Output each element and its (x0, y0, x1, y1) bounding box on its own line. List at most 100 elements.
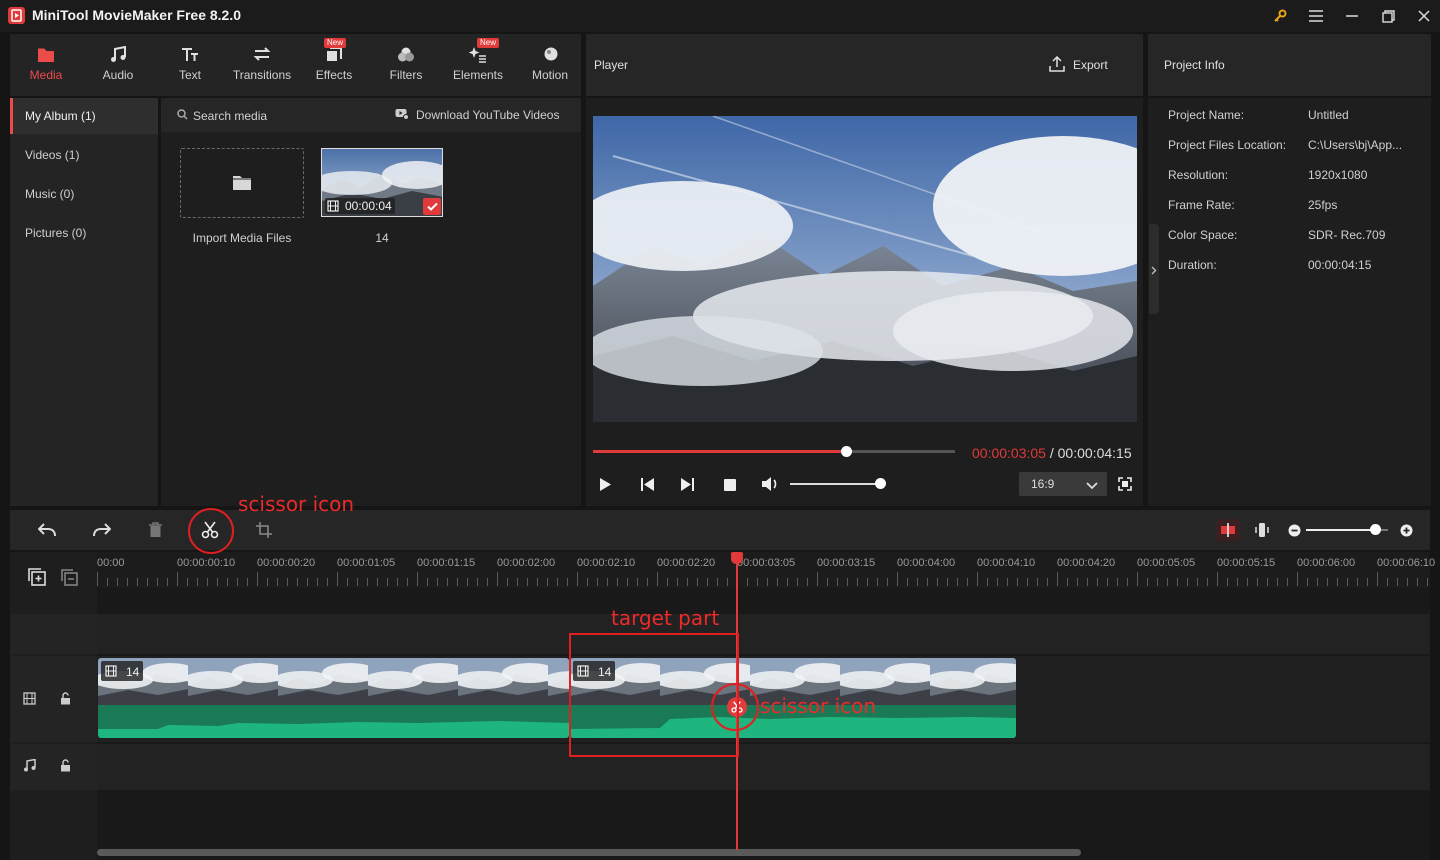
app-logo-icon (8, 7, 25, 24)
info-label-project-name: Project Name: (1168, 108, 1245, 122)
project-info-title: Project Info (1164, 58, 1225, 72)
video-track-lock-icon[interactable] (60, 692, 71, 708)
stop-icon[interactable] (723, 478, 737, 495)
zoom-out-icon[interactable] (1288, 524, 1301, 540)
ruler-tick-label: 00:00:06:00 (1297, 557, 1356, 569)
volume-icon[interactable] (761, 476, 779, 495)
ruler-tick-label: 00:00:05:15 (1217, 557, 1276, 569)
previous-frame-icon[interactable] (640, 477, 655, 495)
remove-track-icon[interactable] (61, 569, 78, 589)
download-youtube-button[interactable]: Download YouTube Videos (416, 108, 559, 122)
toolbar-elements[interactable]: New Elements (444, 34, 512, 94)
project-info-panel (1148, 98, 1431, 506)
volume-handle[interactable] (874, 478, 886, 489)
playhead-handle[interactable] (731, 552, 743, 564)
toolbar-media[interactable]: Media (12, 34, 80, 94)
undo-icon[interactable] (37, 522, 56, 541)
magnet-icon (1220, 523, 1236, 540)
app-title: MiniTool MovieMaker Free 8.2.0 (32, 7, 242, 23)
player-title: Player (594, 58, 629, 72)
toolbar-transitions[interactable]: Transitions (228, 34, 296, 94)
import-media-label: Import Media Files (192, 231, 292, 245)
ruler-tick-label: 00:00:02:10 (577, 557, 636, 569)
elements-icon (469, 47, 486, 63)
info-value-project-name: Untitled (1308, 108, 1349, 122)
export-button[interactable]: Export (1073, 58, 1108, 72)
audio-wave-icon[interactable] (1254, 522, 1270, 541)
video-preview (593, 116, 1137, 422)
music-note-icon (111, 46, 126, 62)
filmstrip-frame (278, 658, 368, 705)
filmstrip-frame (548, 658, 569, 705)
menu-icon[interactable] (1304, 4, 1328, 28)
toolbar-audio[interactable]: Audio (84, 34, 152, 94)
scissor-annotation-circle (188, 508, 234, 554)
toolbar-media-label: Media (29, 68, 63, 82)
ruler-tick-label: 00:00:00:20 (257, 557, 316, 569)
album-item-my-album[interactable]: My Album (1) (10, 98, 158, 134)
clip-name: 14 (375, 231, 389, 245)
delete-icon[interactable] (148, 522, 163, 541)
volume-fill (790, 483, 881, 485)
total-time: 00:00:04:15 (1057, 445, 1132, 461)
ruler-tick-label: 00:00:05:05 (1137, 557, 1196, 569)
toolbar-effects[interactable]: New Effects (300, 34, 368, 94)
playhead-scissor-annotation-circle (711, 683, 759, 731)
album-item-videos[interactable]: Videos (1) (10, 137, 158, 173)
fullscreen-icon[interactable] (1118, 477, 1132, 494)
audio-track-lock-icon[interactable] (60, 759, 71, 775)
info-value-color-space: SDR- Rec.709 (1308, 228, 1386, 242)
toolbar-motion[interactable]: Motion (516, 34, 584, 94)
media-icon (38, 48, 54, 62)
folder-icon (232, 174, 252, 194)
playhead-scissor-annotation-label: scissor icon (760, 694, 877, 718)
filmstrip-frame (458, 658, 548, 705)
scissor-annotation-label: scissor icon (238, 492, 355, 516)
ruler-tick-label: 00:00:02:00 (497, 557, 556, 569)
overlay-track (97, 614, 1430, 654)
ruler-tick-label: 00:00:06:10 (1377, 557, 1436, 569)
key-icon[interactable] (1268, 4, 1292, 28)
toolbar-transitions-label: Transitions (232, 68, 292, 82)
info-label-files-location: Project Files Location: (1168, 138, 1287, 152)
effects-new-badge: New (324, 38, 347, 48)
info-value-resolution: 1920x1080 (1308, 168, 1368, 182)
timeline-horizontal-scrollbar[interactable] (97, 849, 1081, 856)
search-input[interactable]: Search media (193, 109, 267, 123)
crop-icon[interactable] (256, 522, 272, 541)
add-track-icon[interactable] (28, 568, 46, 589)
zoom-in-icon[interactable] (1400, 524, 1413, 540)
time-display: 00:00:03:05 / 00:00:04:15 (972, 445, 1132, 461)
close-icon[interactable] (1412, 4, 1436, 28)
maximize-icon[interactable] (1376, 4, 1400, 28)
chevron-down-icon (1086, 479, 1098, 493)
toolbar-filters-label: Filters (389, 68, 423, 82)
elements-new-badge: New (477, 38, 500, 48)
toolbar-filters[interactable]: Filters (372, 34, 440, 94)
info-label-resolution: Resolution: (1168, 168, 1229, 182)
audio-track-icon (23, 758, 36, 775)
info-label-color-space: Color Space: (1168, 228, 1238, 242)
current-time: 00:00:03:05 (972, 445, 1046, 461)
next-frame-icon[interactable] (680, 477, 695, 495)
info-value-files-location: C:\Users\bj\App... (1308, 138, 1403, 152)
overlay-track-header (10, 614, 97, 654)
clip-1-waveform (98, 721, 569, 738)
minimize-icon[interactable] (1340, 4, 1364, 28)
album-item-pictures[interactable]: Pictures (0) (10, 215, 158, 251)
export-icon (1049, 55, 1065, 75)
toolbar-audio-label: Audio (102, 68, 134, 82)
filmstrip-frame (930, 658, 1016, 705)
progress-handle[interactable] (840, 446, 852, 457)
toolbar-text[interactable]: Text (156, 34, 224, 94)
redo-icon[interactable] (93, 522, 112, 541)
filters-icon (398, 47, 414, 62)
timeline-clip-1[interactable] (98, 658, 569, 738)
play-icon[interactable] (598, 477, 612, 495)
aspect-ratio-value: 16:9 (1031, 477, 1055, 491)
info-label-duration: Duration: (1168, 258, 1217, 272)
album-item-music[interactable]: Music (0) (10, 176, 158, 212)
film-icon (327, 200, 339, 215)
ruler-ticks (97, 572, 1428, 586)
filmstrip-frame (368, 658, 458, 705)
